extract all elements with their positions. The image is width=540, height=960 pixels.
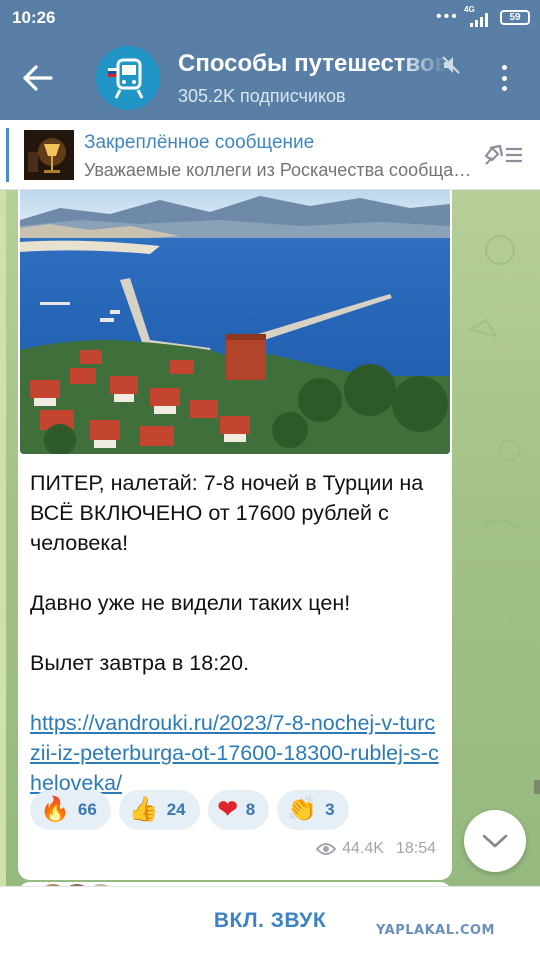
- channel-title[interactable]: Способы путешествовать: [178, 50, 446, 78]
- heart-icon: ❤: [217, 796, 238, 823]
- status-bar: 10:26 ••• 4G 59: [0, 0, 540, 36]
- clap-icon: 👏: [287, 796, 318, 823]
- reaction-heart[interactable]: ❤ 8: [207, 790, 270, 830]
- chevron-down-icon: [482, 834, 508, 848]
- channel-avatar[interactable]: [96, 46, 160, 110]
- eye-icon: [316, 843, 337, 855]
- back-button[interactable]: [16, 58, 60, 98]
- reaction-count: 3: [325, 800, 335, 819]
- thumbs-up-icon: 👍: [128, 796, 159, 823]
- reaction-count: 66: [77, 800, 97, 819]
- battery-level: 59: [509, 12, 521, 23]
- reaction-thumbs-up[interactable]: 👍 24: [118, 790, 200, 830]
- notification-dots-icon: •••: [436, 8, 459, 25]
- bottom-bar: ВКЛ. ЗВУК YAPLAKAL.COM: [0, 886, 540, 960]
- channel-header: Способы путешествовать 305.2K подписчико…: [0, 36, 540, 120]
- pinned-message-bar[interactable]: Закреплённое сообщение Уважаемые коллеги…: [0, 120, 540, 190]
- watermark: YAPLAKAL.COM: [376, 923, 495, 938]
- chat-area[interactable]: ПИТЕР, налетай: 7-8 ночей в Турции на ВС…: [0, 190, 540, 886]
- message-time: 18:54: [395, 840, 436, 857]
- reaction-clap[interactable]: 👏 3: [277, 790, 349, 830]
- message-body: ПИТЕР, налетай: 7-8 ночей в Турции на ВС…: [30, 471, 424, 675]
- message-photo[interactable]: [20, 190, 450, 454]
- more-vert-icon[interactable]: [490, 62, 518, 94]
- reaction-count: 8: [245, 800, 256, 819]
- reaction-fire[interactable]: 🔥 66: [30, 790, 111, 830]
- scroll-down-button[interactable]: [464, 810, 526, 872]
- status-time: 10:26: [12, 8, 56, 27]
- mute-icon: [442, 56, 460, 74]
- message-link[interactable]: https://vandrouki.ru/2023/7-8-nochej-v-t…: [30, 708, 444, 798]
- chat-edge: [0, 190, 6, 886]
- pinned-title: Закреплённое сообщение: [84, 132, 315, 153]
- pinned-text: Уважаемые коллеги из Роскачества сообщаю…: [84, 160, 476, 180]
- alanya-harbor-photo: [20, 190, 450, 454]
- battery-icon: 59: [500, 10, 530, 25]
- reaction-count: 24: [166, 800, 186, 819]
- pinned-thumbnail: [24, 130, 74, 180]
- train-icon: [96, 46, 160, 110]
- message-text: ПИТЕР, налетай: 7-8 ночей в Турции на ВС…: [30, 468, 444, 798]
- message-meta: 44.4K 18:54: [316, 840, 436, 858]
- unmute-button[interactable]: ВКЛ. ЗВУК: [190, 909, 350, 933]
- message-bubble[interactable]: ПИТЕР, налетай: 7-8 ночей в Турции на ВС…: [18, 190, 452, 880]
- subscriber-count: 305.2K подписчиков: [178, 86, 346, 106]
- view-count: 44.4K: [342, 840, 384, 857]
- fire-icon: 🔥: [40, 796, 70, 823]
- scrollbar-thumb[interactable]: [534, 780, 540, 794]
- pinned-indicator: [6, 128, 9, 182]
- unpin-icon[interactable]: [482, 142, 524, 168]
- reactions-row: 🔥 66 👍 24 ❤ 8 👏 3: [30, 790, 349, 830]
- back-arrow-icon: [23, 65, 53, 91]
- signal-icon: [470, 13, 488, 27]
